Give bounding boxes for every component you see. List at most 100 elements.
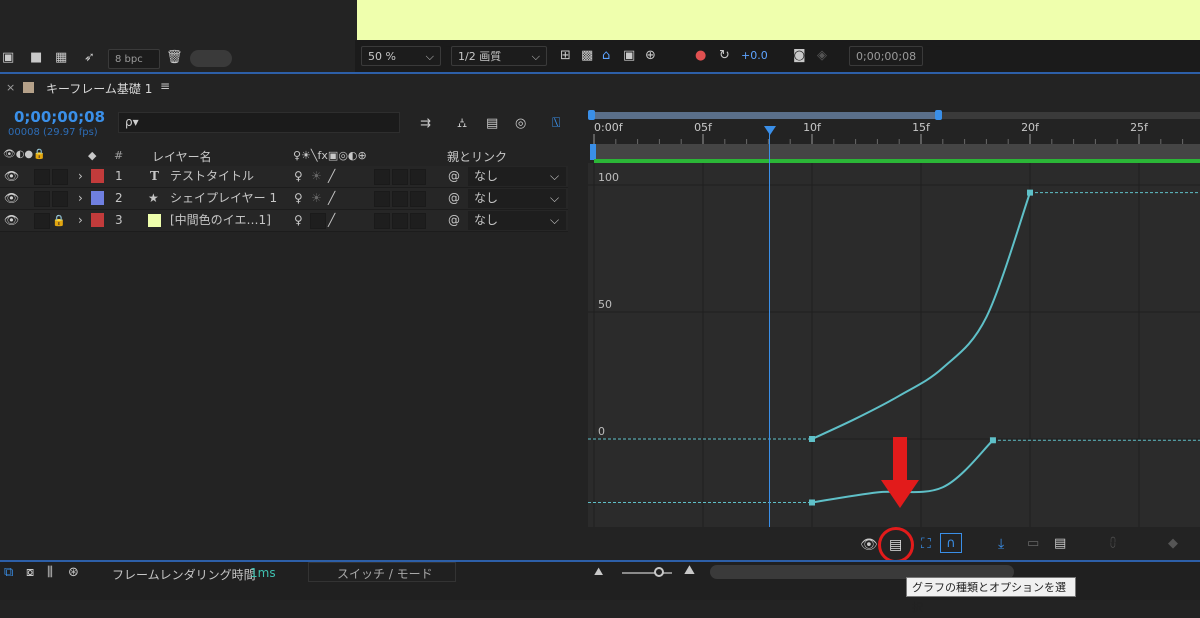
zoom-in-icon[interactable]: ⛰	[684, 563, 695, 579]
grid-guides-icon[interactable]: ⊕	[645, 48, 656, 64]
transfer-controls-icon[interactable]: ⧇	[26, 565, 34, 581]
pickwhip-icon[interactable]: @	[448, 166, 460, 187]
audio-switch[interactable]	[34, 191, 50, 207]
visibility-eye-icon[interactable]: 👁	[4, 210, 19, 231]
exposure-value[interactable]: +0.0	[741, 49, 768, 62]
layer-row[interactable]: 👁 › 1 T テストタイトル ♀ ☀ ╱ @ なし ⌵	[0, 166, 568, 188]
visibility-eye-icon[interactable]: 👁	[4, 188, 19, 209]
parent-link-header[interactable]: 親とリンク	[447, 148, 507, 165]
expand-chevron-icon[interactable]: ›	[78, 188, 83, 209]
pickwhip-icon[interactable]: @	[448, 210, 460, 231]
fast-preview-icon[interactable]: ⊞	[560, 48, 571, 64]
shy-switch-icon[interactable]: ♀	[294, 188, 303, 209]
separate-dimensions-icon[interactable]: ⩇	[1110, 536, 1116, 552]
layer-row[interactable]: 👁 🔒 › 3 [中間色のイエ…1] ♀ ╱ @ なし ⌵	[0, 210, 568, 232]
snapshot-icon[interactable]: ◙	[793, 48, 806, 64]
resolution-dropdown[interactable]: 1/2 画質 ⌵	[451, 46, 547, 66]
show-snapshot-icon[interactable]: ◈	[817, 48, 827, 64]
shy-switch-icon[interactable]: ♀	[294, 210, 303, 231]
time-ruler[interactable]: 0:00f 05f 10f 15f 20f 25f	[588, 120, 1200, 144]
bpc-button[interactable]: 8 bpc	[108, 49, 160, 69]
collapse-switch-icon[interactable]: ☀	[311, 188, 322, 209]
parent-dropdown[interactable]: なし ⌵	[468, 189, 566, 208]
expand-chevron-icon[interactable]: ›	[78, 210, 83, 231]
audio-switch[interactable]	[34, 213, 50, 229]
collapse-switch[interactable]	[310, 213, 326, 229]
zoom-out-icon[interactable]: ⛰	[594, 564, 603, 580]
composition-mini-flowchart-icon[interactable]: ⇉	[420, 116, 431, 132]
quality-switch-icon[interactable]: ╱	[328, 210, 335, 231]
region-of-interest-icon[interactable]: ▣	[623, 48, 635, 64]
current-time-display[interactable]: 0;00;00;08	[14, 108, 105, 126]
keyframe-point[interactable]	[1027, 189, 1033, 196]
in-out-icon[interactable]: ⫼	[47, 565, 53, 581]
expand-chevron-icon[interactable]: ›	[78, 166, 83, 187]
shy-switch-icon[interactable]: ♀	[294, 166, 303, 187]
edit-keyframe-icon[interactable]: ◆	[1168, 536, 1178, 552]
new-composition-icon[interactable]: ▦	[55, 50, 67, 66]
timeline-tab-label[interactable]: キーフレーム基礎 1	[46, 80, 152, 97]
show-properties-icon[interactable]: 👁	[860, 537, 878, 553]
layer-name[interactable]: シェイプレイヤー 1	[170, 188, 277, 209]
visibility-eye-icon[interactable]: 👁	[4, 166, 19, 187]
lock-switch[interactable]	[52, 191, 68, 207]
fit-selection-icon[interactable]: ▭	[1027, 536, 1039, 552]
graph-editor-icon[interactable]: ⍂	[552, 115, 560, 131]
layer-duration-bar[interactable]	[590, 144, 1200, 160]
keyframe-point[interactable]	[809, 436, 815, 442]
close-tab-icon[interactable]: ×	[6, 81, 15, 94]
quality-switch-icon[interactable]: ╱	[328, 188, 335, 209]
layer-in-point[interactable]	[590, 144, 596, 160]
panel-menu-icon[interactable]: ≡	[160, 79, 170, 93]
keyframe-point[interactable]	[809, 499, 815, 506]
layer-label-color[interactable]	[91, 191, 104, 205]
transform-box-icon[interactable]: ⛶	[921, 536, 931, 552]
fx-switch[interactable]	[374, 191, 390, 207]
adjustment-switch[interactable]	[410, 191, 426, 207]
motion-blur-switch[interactable]	[392, 169, 408, 185]
interpret-footage-icon[interactable]: ▣	[2, 50, 14, 66]
mask-visibility-icon[interactable]: ⌂	[602, 48, 610, 64]
zoom-dropdown[interactable]: 50 % ⌵	[361, 46, 441, 66]
motion-blur-switch[interactable]	[392, 213, 408, 229]
viewer-timecode[interactable]: 0;00;00;08	[849, 46, 923, 66]
fx-switch[interactable]	[374, 169, 390, 185]
snap-icon[interactable]: ∩	[940, 533, 962, 553]
render-icon[interactable]: ➶	[84, 50, 95, 66]
channel-icon[interactable]: ●	[695, 48, 706, 64]
layer-name-header[interactable]: レイヤー名	[152, 148, 212, 165]
work-area-start-handle[interactable]	[588, 110, 595, 120]
adjustment-switch[interactable]	[410, 213, 426, 229]
shy-layers-icon[interactable]: ⛼	[457, 116, 467, 132]
keyframe-point[interactable]	[989, 437, 996, 444]
motion-blur-switch[interactable]	[392, 191, 408, 207]
current-time-indicator[interactable]	[769, 132, 770, 527]
layer-row[interactable]: 👁 › 2 ★ シェイプレイヤー 1 ♀ ☀ ╱ @ なし ⌵	[0, 188, 568, 210]
frame-blending-icon[interactable]: ▤	[486, 116, 498, 132]
fit-all-icon[interactable]: ▤	[1054, 536, 1066, 552]
audio-switch[interactable]	[34, 169, 50, 185]
quality-switch-icon[interactable]: ╱	[328, 166, 335, 187]
collapse-switch-icon[interactable]: ☀	[311, 166, 322, 187]
parent-dropdown[interactable]: なし ⌵	[468, 211, 566, 230]
auto-zoom-height-icon[interactable]: ⤓	[998, 536, 1004, 552]
layer-search-input[interactable]: ρ▾	[118, 112, 400, 133]
lock-icon[interactable]: 🔒	[52, 210, 66, 231]
pickwhip-icon[interactable]: @	[448, 188, 460, 209]
work-area-end-handle[interactable]	[935, 110, 942, 120]
trash-icon[interactable]: 🗑	[166, 50, 183, 66]
lock-switch[interactable]	[52, 169, 68, 185]
parent-dropdown[interactable]: なし ⌵	[468, 167, 566, 186]
motion-blur-icon[interactable]: ◎	[515, 116, 526, 132]
zoom-slider-thumb[interactable]	[654, 567, 664, 577]
layer-label-color[interactable]	[91, 213, 104, 227]
switch-mode-button[interactable]: スイッチ / モード	[308, 562, 456, 582]
reset-exposure-icon[interactable]: ↻	[719, 48, 730, 64]
folder-icon[interactable]: ■	[30, 50, 42, 66]
flowchart-toggle[interactable]	[190, 50, 232, 67]
layer-name[interactable]: [中間色のイエ…1]	[170, 210, 271, 231]
work-area-bar[interactable]	[592, 112, 938, 119]
playhead-icon[interactable]	[764, 126, 776, 135]
adjustment-switch[interactable]	[410, 169, 426, 185]
zoom-slider-track[interactable]	[622, 572, 672, 574]
